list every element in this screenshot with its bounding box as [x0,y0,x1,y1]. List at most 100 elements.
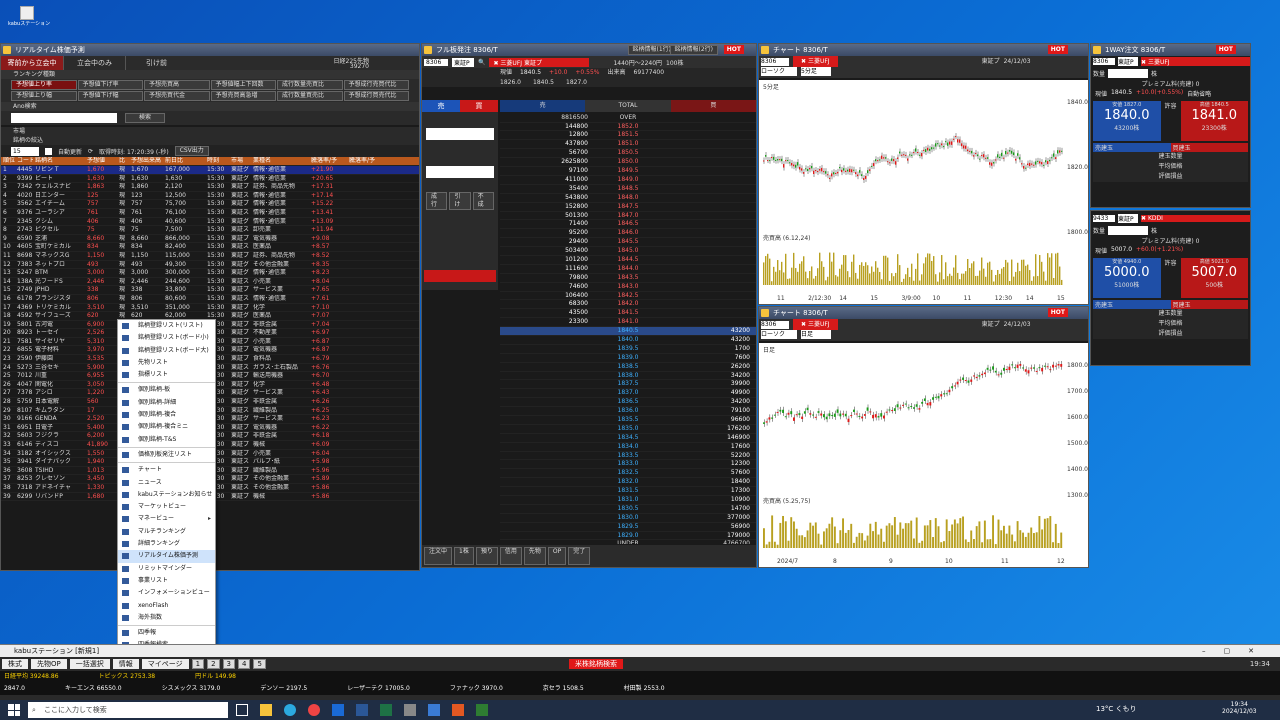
hot-badge[interactable]: HOT [1047,45,1068,54]
rank-type-10[interactable]: 予想売買高急増 [210,91,276,101]
toolbar-button[interactable]: 株式 [2,659,28,669]
page-button[interactable]: 1 [191,659,205,669]
book-row[interactable]: 1832.5 57600 [500,469,756,479]
board-bottom-tab[interactable]: 注文中 [424,547,453,565]
page-button[interactable]: 5 [253,659,266,669]
taskbar-search[interactable]: ⌕ ここに入力して検索 [28,702,228,718]
book-row[interactable]: UNDER 4766700 [500,540,756,544]
book-row[interactable]: 543800 1848.0 [500,194,756,203]
book-row[interactable]: 8816500 OVER [500,114,756,123]
book-row[interactable]: 43500 1841.5 [500,309,756,319]
rank-type-12[interactable]: 予想成行買売代比 [343,91,409,101]
book-row[interactable]: 1831.0 10900 [500,496,756,505]
book-row[interactable]: 1835.5 96600 [500,416,756,425]
count-select[interactable]: 15 [11,146,39,156]
book-row[interactable]: 23300 1841.0 [500,318,756,328]
book-row[interactable]: 1835.0 176200 [500,425,756,434]
chart-type-select[interactable]: ローソク [761,330,797,339]
auto-refresh-checkbox[interactable] [45,147,52,155]
table-row[interactable]: 10 4605 宝町ケミカル 834 現 834 82,400 15:30 東証ス 医薬品 +8.5… [1,243,419,252]
menu-item[interactable]: 詳細ランキング [118,538,215,550]
book-row[interactable]: 411000 1849.0 [500,176,756,185]
book-row[interactable]: 1830.5 14700 [500,505,756,514]
table-row[interactable]: 6 9376 ユーラシア 761 現 761 76,100 15:30 東証ス 情報･通信業 +13… [1,209,419,218]
menu-item[interactable]: kabuステーションお知らせ [118,489,215,501]
book-row[interactable]: 1840.0 43200 [500,336,756,345]
book-row[interactable]: 97100 1849.5 [500,167,756,176]
refresh-icon[interactable]: ⟳ [88,148,93,155]
book-row[interactable]: 144800 1852.0 [500,123,756,132]
book-row[interactable]: 2625800 1850.0 [500,158,756,168]
book-row[interactable]: 56700 1850.5 [500,149,756,159]
interval-select[interactable]: 5分足 [801,67,831,76]
order2-buy-box[interactable]: 高値 5021.0 5007.0 500株 [1180,258,1248,298]
rank-type-4[interactable]: 予想値幅上下回数 [210,80,276,90]
rank-type-1[interactable]: 予想値上り率 [11,80,77,90]
menu-item[interactable]: 価格別板発注リスト [118,449,215,461]
table-row[interactable]: 5 3562 エイチーム 757 現 757 75,700 15:30 東証プ 情報･通信業 +15… [1,200,419,209]
search-button[interactable]: 検索 [125,113,165,123]
chrome-icon[interactable] [308,704,320,716]
menu-item[interactable]: 事業リスト [118,575,215,587]
menu-item[interactable]: 指標リスト [118,369,215,381]
table-row[interactable]: 12 7383 ネットプロ 493 現 493 49,300 15:30 東証グ その他金融業 +8… [1,261,419,270]
book-row[interactable]: 1836.0 79100 [500,407,756,416]
book-row[interactable]: 74600 1843.0 [500,283,756,292]
menu-item[interactable]: ニュース [118,477,215,489]
book-row[interactable]: 1833.5 52200 [500,452,756,461]
menu-item[interactable]: 個別銘柄-T&S [118,434,215,446]
book-row[interactable]: 1830.0 377000 [500,514,756,523]
window-controls[interactable]: –▢✕ [1202,645,1272,657]
alert-button[interactable]: 米株銘柄検索 [568,659,623,669]
rank-type-8[interactable]: 予想値下げ幅 [77,91,143,101]
page-button[interactable]: 3 [222,659,236,669]
book-row[interactable]: 152800 1847.5 [500,203,756,212]
toolbar-button[interactable]: 一括選択 [69,659,110,669]
book-row[interactable]: 1839.5 1700 [500,345,756,354]
table-row[interactable]: 7 2345 クシム 406 現 406 40,600 15:30 東証グ 情報･通信業 +13.0… [1,218,419,227]
book-row[interactable]: 1836.5 34200 [500,398,756,408]
menu-item[interactable]: チャート [118,464,215,476]
explorer-icon[interactable] [260,704,272,716]
book-row[interactable]: 1839.0 7600 [500,354,756,363]
book-row[interactable]: 1832.0 18400 [500,478,756,488]
order1-buy-box[interactable]: 高値 1840.5 1841.0 23300株 [1180,101,1248,141]
book-row[interactable]: 29400 1845.5 [500,238,756,248]
board-bottom-tab[interactable]: 1株 [454,547,474,565]
menu-item[interactable]: 銘柄登録リスト(ボード小) [118,332,215,344]
qty-input[interactable] [1108,225,1149,235]
code-input[interactable]: 9433 [1093,215,1115,222]
rank-type-11[interactable]: 成行数量買売比 [277,91,343,101]
info2-button[interactable]: 銘柄情報(2行) [669,45,718,55]
menu-item[interactable]: 個別銘柄-板 [118,384,215,396]
book-row[interactable]: 1834.5 146900 [500,434,756,443]
chart2-titlebar[interactable]: チャート 8306/T HOT [759,307,1088,319]
market-select[interactable]: 東証P [1118,214,1138,223]
book-row[interactable]: 106400 1842.5 [500,292,756,301]
menu-item[interactable]: リアルタイム株価予測 [118,550,215,563]
menu-item[interactable]: マルチランキング [118,526,215,538]
book-row[interactable]: 503400 1845.0 [500,247,756,256]
order1-sell-box[interactable]: 安値 1827.0 1840.0 43200株 [1093,101,1161,141]
book-row[interactable]: 1831.5 17300 [500,487,756,496]
book-row[interactable]: 1829.0 179000 [500,532,756,541]
edge-icon[interactable] [284,704,296,716]
book-row[interactable]: 95200 1846.0 [500,229,756,239]
table-row[interactable]: 9 6590 芝浦 8,660 現 8,660 866,000 15:30 東証プ 電気機器 +9.… [1,235,419,244]
unexec-order-button[interactable]: 不成 [472,192,494,210]
book-row[interactable]: 1829.5 56900 [500,523,756,532]
menu-item[interactable]: 個別銘柄-複合ミニ [118,421,215,433]
page-button[interactable]: 2 [207,659,220,669]
chart1-titlebar[interactable]: チャート 8306/T HOT [759,44,1088,56]
hot-badge[interactable]: HOT [1215,45,1236,54]
book-row[interactable]: 35400 1848.5 [500,185,756,194]
toolbar-button[interactable]: 先物OP [31,659,67,669]
menu-item[interactable]: 海外指数 [118,612,215,624]
menu-item[interactable]: xenoFlash [118,600,215,612]
table-row[interactable]: 2 9399 ビート 1,630 現 1,630 1,630 15:30 東証グ 情報･通信業 +2… [1,175,419,184]
order2-sell-box[interactable]: 安値 4940.0 5000.0 51000株 [1093,258,1161,298]
board-bottom-tab[interactable]: OP [547,547,567,565]
book-row[interactable]: 101200 1844.5 [500,256,756,265]
interval-select[interactable]: 日足 [801,330,831,339]
book-row[interactable]: 437800 1851.0 [500,140,756,150]
